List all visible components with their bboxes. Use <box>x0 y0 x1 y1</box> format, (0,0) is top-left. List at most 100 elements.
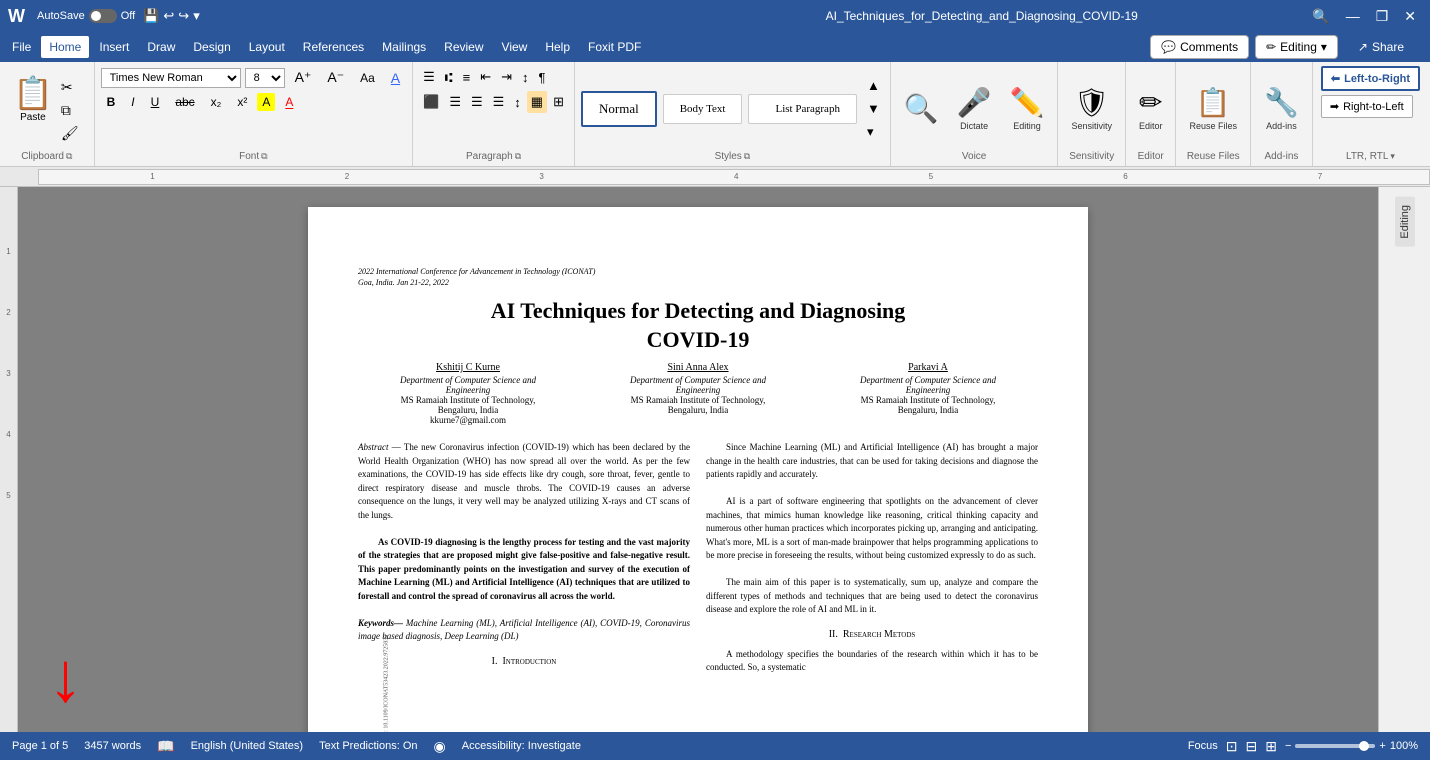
share-button[interactable]: ↗ Share <box>1344 36 1418 58</box>
autosave-toggle[interactable]: AutoSave Off <box>37 9 135 23</box>
style-normal[interactable]: Normal <box>581 91 657 127</box>
close-btn[interactable]: ✕ <box>1398 8 1422 25</box>
subscript-btn[interactable]: x₂ <box>205 92 228 112</box>
styles-scroll-up[interactable]: ▲ <box>863 75 884 96</box>
paragraph-expand-icon[interactable]: ⧉ <box>515 151 521 162</box>
align-left-btn[interactable]: ⬛ <box>419 91 443 113</box>
line-spacing-btn[interactable]: ↕ <box>510 92 525 113</box>
menu-layout[interactable]: Layout <box>241 36 293 58</box>
editing-ribbon-button[interactable]: ✏️ Editing <box>1005 83 1050 134</box>
copy-icon[interactable]: ⧉ <box>59 101 81 120</box>
sort-btn[interactable]: ↕ <box>518 67 533 88</box>
minimize-btn[interactable]: — <box>1340 8 1366 25</box>
menu-review[interactable]: Review <box>436 36 491 58</box>
zoom-in-icon[interactable]: + <box>1379 740 1385 752</box>
rtl-button[interactable]: ➡ Right-to-Left <box>1321 95 1413 118</box>
menu-home[interactable]: Home <box>41 36 89 58</box>
layout-icon-1[interactable]: ⊡ <box>1226 738 1238 755</box>
numbering-btn[interactable]: ⑆ <box>441 67 457 88</box>
status-icon[interactable]: ◉ <box>434 738 446 755</box>
autosave-track[interactable] <box>89 9 117 23</box>
accessibility[interactable]: Accessibility: Investigate <box>462 740 581 752</box>
sensitivity-button[interactable]: 🛡 Sensitivity <box>1066 83 1117 134</box>
editing-button[interactable]: ✏ Editing ▾ <box>1255 35 1338 59</box>
styles-expand-icon[interactable]: ⧉ <box>744 151 750 162</box>
doc-abstract: Abstract — The new Coronavirus infection… <box>358 441 690 522</box>
menu-insert[interactable]: Insert <box>91 36 137 58</box>
font-shrink-btn[interactable]: A⁻ <box>321 66 350 89</box>
font-expand-icon[interactable]: ⧉ <box>261 151 267 162</box>
doc-conference-line1: 2022 International Conference for Advanc… <box>358 267 1038 276</box>
search-icon[interactable]: 🔍 <box>1306 8 1335 25</box>
menu-design[interactable]: Design <box>185 36 238 58</box>
style-list-paragraph[interactable]: List Paragraph <box>748 94 856 124</box>
styles-scroll-down[interactable]: ▼ <box>863 98 884 119</box>
zoom-slider[interactable] <box>1295 744 1375 748</box>
menu-mailings[interactable]: Mailings <box>374 36 434 58</box>
align-center-btn[interactable]: ☰ <box>445 91 465 113</box>
shading-btn[interactable]: ▦ <box>527 91 547 113</box>
font-color-clear-btn[interactable]: A <box>385 67 406 89</box>
cut-icon[interactable]: ✂ <box>59 78 81 97</box>
format-painter-icon[interactable]: 🖌 <box>59 124 81 143</box>
style-body-text[interactable]: Body Text <box>663 94 743 124</box>
dictate-button[interactable]: 🎤 Dictate <box>952 83 997 134</box>
layout-icon-2[interactable]: ⊟ <box>1246 738 1258 755</box>
bullets-btn[interactable]: ☰ <box>419 66 439 88</box>
editing-label: Editing <box>1280 40 1317 54</box>
font-case-btn[interactable]: Aa <box>354 68 381 88</box>
reuse-files-button[interactable]: 📋 Reuse Files <box>1184 83 1242 134</box>
add-ins-button[interactable]: 🔧 Add-ins <box>1259 83 1304 134</box>
search-button[interactable]: 🔍 <box>899 89 944 128</box>
zoom-out-icon[interactable]: − <box>1285 740 1291 752</box>
save-icon[interactable]: 💾 <box>143 8 159 24</box>
menu-draw[interactable]: Draw <box>139 36 183 58</box>
layout-icon-3[interactable]: ⊞ <box>1265 738 1277 755</box>
align-right-btn[interactable]: ☰ <box>467 91 487 113</box>
highlight-btn[interactable]: A <box>257 93 275 111</box>
menu-file[interactable]: File <box>4 36 39 58</box>
styles-expand[interactable]: ▾ <box>863 121 884 143</box>
font-name-select[interactable]: Times New Roman <box>101 68 241 88</box>
ltr-rtl-expand-icon[interactable]: ▾ <box>1390 151 1395 162</box>
doc-conference-line2: Goa, India. Jan 21-22, 2022 <box>358 278 1038 287</box>
editor-button[interactable]: ✏ Editor <box>1134 83 1168 134</box>
strikethrough-btn[interactable]: abc <box>169 92 200 112</box>
multilevel-btn[interactable]: ≡ <box>459 67 475 88</box>
superscript-btn[interactable]: x² <box>231 92 253 112</box>
clipboard-expand-icon[interactable]: ⧉ <box>66 151 72 162</box>
document-page[interactable]: © 2022 IEEE | DOI: 10.1109/ICONAT53423.2… <box>308 207 1088 732</box>
font-color-btn[interactable]: A <box>279 92 299 112</box>
ltr-label: Left-to-Right <box>1344 73 1410 85</box>
italic-btn[interactable]: I <box>125 92 140 112</box>
reuse-files-group-label: Reuse Files <box>1187 151 1240 162</box>
paste-button[interactable]: 📋 Paste ✂ ⧉ 🖌 <box>8 71 86 146</box>
borders-btn[interactable]: ⊞ <box>549 91 568 113</box>
comments-button[interactable]: 💬 Comments <box>1150 35 1249 59</box>
doc-sidebar-text: © 2022 IEEE | DOI: 10.1109/ICONAT53423.2… <box>383 635 389 732</box>
autosave-state: Off <box>121 10 135 22</box>
menu-foxit[interactable]: Foxit PDF <box>580 36 649 58</box>
spell-check-icon[interactable]: 📖 <box>157 738 174 755</box>
indent-increase-btn[interactable]: ⇥ <box>497 66 516 88</box>
more-icon[interactable]: ▾ <box>193 8 200 24</box>
ltr-button[interactable]: ⬅ Left-to-Right <box>1321 66 1420 91</box>
menu-references[interactable]: References <box>295 36 372 58</box>
horizontal-ruler: 1 2 3 4 5 6 7 <box>38 169 1430 185</box>
font-grow-btn[interactable]: A⁺ <box>289 66 318 89</box>
justify-btn[interactable]: ☰ <box>489 91 509 113</box>
underline-btn[interactable]: U <box>145 92 166 112</box>
redo-icon[interactable]: ↪ <box>178 8 189 24</box>
restore-btn[interactable]: ❐ <box>1370 8 1395 25</box>
ribbon: 📋 Paste ✂ ⧉ 🖌 Clipboard ⧉ Times New Roma… <box>0 62 1430 167</box>
doc-title: AI Techniques for Detecting and Diagnosi… <box>358 297 1038 354</box>
undo-icon[interactable]: ↩ <box>163 8 174 24</box>
font-size-select[interactable]: 8 <box>245 68 285 88</box>
focus-label[interactable]: Focus <box>1188 740 1218 752</box>
menu-view[interactable]: View <box>494 36 536 58</box>
menu-help[interactable]: Help <box>537 36 578 58</box>
bold-btn[interactable]: B <box>101 92 122 112</box>
pilcrow-btn[interactable]: ¶ <box>535 67 550 88</box>
editing-sidebar[interactable]: Editing <box>1395 197 1415 247</box>
indent-decrease-btn[interactable]: ⇤ <box>476 66 495 88</box>
